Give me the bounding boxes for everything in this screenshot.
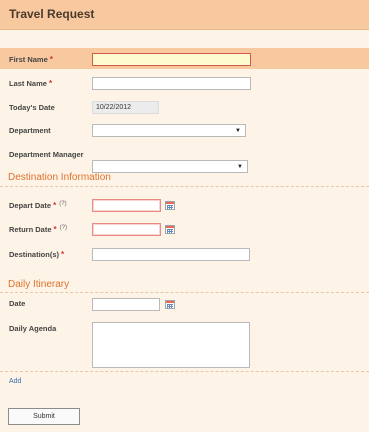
calendar-icon[interactable] xyxy=(165,300,175,309)
help-hint[interactable]: (?) xyxy=(60,225,67,231)
department-select[interactable]: ▼ xyxy=(92,124,246,137)
required-mark: * xyxy=(49,55,53,64)
department-manager-select[interactable]: ▼ xyxy=(92,160,248,173)
form-title: Travel Request xyxy=(9,7,95,21)
depart-date-label: Depart Date * (?) xyxy=(9,201,67,210)
submit-button[interactable]: Submit xyxy=(8,408,80,425)
section-divider xyxy=(0,186,369,187)
department-manager-label: Department Manager xyxy=(9,150,84,159)
last-name-input[interactable] xyxy=(92,77,251,90)
daily-agenda-textarea[interactable] xyxy=(92,322,250,368)
last-name-label: Last Name * xyxy=(9,79,53,88)
destinations-input[interactable] xyxy=(92,248,250,261)
depart-date-input[interactable] xyxy=(92,199,161,212)
chevron-down-icon: ▼ xyxy=(237,164,243,170)
itinerary-divider xyxy=(0,371,369,372)
return-date-label: Return Date * (?) xyxy=(9,225,67,234)
chevron-down-icon: ▼ xyxy=(235,128,241,134)
form-header: Travel Request xyxy=(0,0,369,30)
destinations-label: Destination(s) * xyxy=(9,250,65,259)
required-mark: * xyxy=(61,250,65,259)
itinerary-date-input[interactable] xyxy=(92,298,160,311)
todays-date-label: Today's Date xyxy=(9,103,55,112)
destination-section-title: Destination Information xyxy=(8,172,111,183)
section-divider xyxy=(0,292,369,293)
department-label: Department xyxy=(9,126,51,135)
itinerary-section-title: Daily Itinerary xyxy=(8,279,70,290)
calendar-icon[interactable] xyxy=(165,201,175,210)
help-hint[interactable]: (?) xyxy=(59,201,66,207)
add-itinerary-link[interactable]: Add xyxy=(9,378,21,385)
required-mark: * xyxy=(53,201,57,210)
calendar-icon[interactable] xyxy=(165,225,175,234)
required-mark: * xyxy=(53,225,57,234)
required-mark: * xyxy=(48,79,53,88)
itinerary-date-label: Date xyxy=(9,299,26,308)
first-name-label: First Name * xyxy=(9,55,53,64)
first-name-input[interactable] xyxy=(92,53,251,66)
daily-agenda-label: Daily Agenda xyxy=(9,324,57,333)
todays-date-field: 10/22/2012 xyxy=(92,101,159,114)
return-date-input[interactable] xyxy=(92,223,161,236)
